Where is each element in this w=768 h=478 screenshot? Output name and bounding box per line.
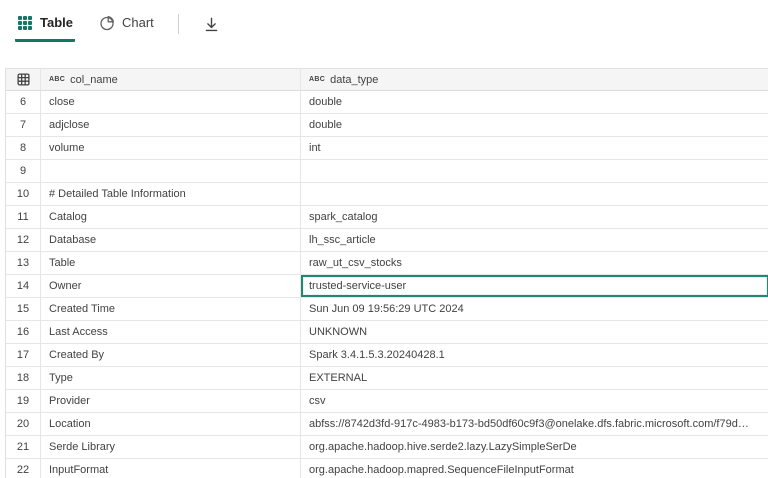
data-type-cell[interactable]: csv [301,390,768,412]
column-header-label: col_name [70,74,118,86]
table-row: 12 Database lh_ssc_article [6,229,768,252]
col-name-cell[interactable]: Created Time [41,298,301,320]
table-row: 8 volume int [6,137,768,160]
col-name-cell[interactable]: InputFormat [41,459,301,478]
row-number-cell[interactable]: 20 [6,413,41,435]
data-type-cell[interactable]: EXTERNAL [301,367,768,389]
table-row: 17 Created By Spark 3.4.1.5.3.20240428.1 [6,344,768,367]
data-type-cell[interactable]: lh_ssc_article [301,229,768,251]
table-row: 18 Type EXTERNAL [6,367,768,390]
row-number-cell[interactable]: 17 [6,344,41,366]
string-type-icon: ABC [49,76,65,83]
col-name-cell[interactable]: Database [41,229,301,251]
download-button[interactable] [201,13,223,35]
data-type-cell[interactable]: int [301,137,768,159]
row-number-cell[interactable]: 8 [6,137,41,159]
data-type-cell[interactable]: org.apache.hadoop.mapred.SequenceFileInp… [301,459,768,478]
data-type-cell[interactable]: trusted-service-user [301,275,768,297]
row-number-cell[interactable]: 16 [6,321,41,343]
row-number-cell[interactable]: 21 [6,436,41,458]
col-name-cell[interactable]: Created By [41,344,301,366]
tab-chart[interactable]: Chart [97,12,156,42]
row-number-cell[interactable]: 19 [6,390,41,412]
col-name-cell[interactable]: volume [41,137,301,159]
row-number-cell[interactable]: 10 [6,183,41,205]
col-name-cell[interactable]: Location [41,413,301,435]
table-row: 10 # Detailed Table Information [6,183,768,206]
row-number-cell[interactable]: 14 [6,275,41,297]
data-type-cell[interactable] [301,183,768,205]
results-toolbar: Table Chart [15,12,223,48]
col-name-cell[interactable]: # Detailed Table Information [41,183,301,205]
column-header-data-type[interactable]: ABC data_type [301,69,768,90]
table-row: 20 Location abfss://8742d3fd-917c-4983-b… [6,413,768,436]
results-table: ABC col_name ABC data_type 6 close doubl… [5,68,768,478]
data-type-cell[interactable] [301,160,768,182]
data-type-cell[interactable]: double [301,91,768,113]
col-name-cell[interactable]: Provider [41,390,301,412]
row-number-cell[interactable]: 15 [6,298,41,320]
table-row: 11 Catalog spark_catalog [6,206,768,229]
col-name-cell[interactable]: Last Access [41,321,301,343]
data-type-cell[interactable]: org.apache.hadoop.hive.serde2.lazy.LazyS… [301,436,768,458]
column-header-label: data_type [330,74,378,86]
col-name-cell[interactable]: close [41,91,301,113]
column-header-col-name[interactable]: ABC col_name [41,69,301,90]
col-name-cell[interactable]: Catalog [41,206,301,228]
table-row: 19 Provider csv [6,390,768,413]
table-header-row: ABC col_name ABC data_type [6,69,768,91]
col-name-cell[interactable] [41,160,301,182]
table-row: 22 InputFormat org.apache.hadoop.mapred.… [6,459,768,478]
results-pane: Table Chart [0,0,768,478]
table-icon [17,73,30,86]
data-type-cell[interactable]: Sun Jun 09 19:56:29 UTC 2024 [301,298,768,320]
table-row: 21 Serde Library org.apache.hadoop.hive.… [6,436,768,459]
table-body: 6 close double 7 adjclose double 8 volum… [6,91,768,478]
row-number-cell[interactable]: 9 [6,160,41,182]
data-type-cell[interactable]: UNKNOWN [301,321,768,343]
col-name-cell[interactable]: Type [41,367,301,389]
table-row: 6 close double [6,91,768,114]
tab-table-label: Table [40,15,73,31]
table-row: 16 Last Access UNKNOWN [6,321,768,344]
table-row: 13 Table raw_ut_csv_stocks [6,252,768,275]
table-row: 14 Owner trusted-service-user [6,275,768,298]
table-row: 15 Created Time Sun Jun 09 19:56:29 UTC … [6,298,768,321]
col-name-cell[interactable]: Serde Library [41,436,301,458]
table-row: 7 adjclose double [6,114,768,137]
data-type-cell[interactable]: Spark 3.4.1.5.3.20240428.1 [301,344,768,366]
tab-chart-label: Chart [122,15,154,31]
data-type-cell[interactable]: abfss://8742d3fd-917c-4983-b173-bd50df60… [301,413,768,435]
row-number-cell[interactable]: 7 [6,114,41,136]
row-number-cell[interactable]: 13 [6,252,41,274]
data-type-cell[interactable]: raw_ut_csv_stocks [301,252,768,274]
col-name-cell[interactable]: Table [41,252,301,274]
toolbar-divider [178,14,179,34]
row-number-cell[interactable]: 22 [6,459,41,478]
tab-table[interactable]: Table [15,12,75,42]
table-grid-icon [17,15,33,31]
string-type-icon: ABC [309,76,325,83]
data-type-cell[interactable]: spark_catalog [301,206,768,228]
col-name-cell[interactable]: Owner [41,275,301,297]
pie-chart-icon [99,15,115,31]
download-icon [203,16,220,33]
col-name-cell[interactable]: adjclose [41,114,301,136]
data-type-cell[interactable]: double [301,114,768,136]
table-corner-cell[interactable] [6,69,41,90]
row-number-cell[interactable]: 12 [6,229,41,251]
row-number-cell[interactable]: 11 [6,206,41,228]
row-number-cell[interactable]: 18 [6,367,41,389]
table-row: 9 [6,160,768,183]
row-number-cell[interactable]: 6 [6,91,41,113]
